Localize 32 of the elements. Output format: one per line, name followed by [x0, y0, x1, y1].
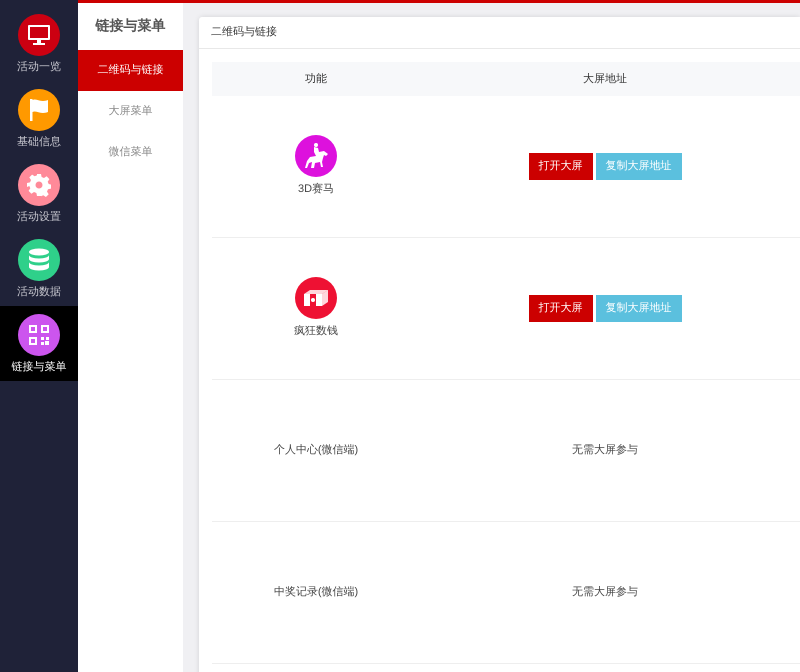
- submenu-item[interactable]: 二维码与链接: [78, 50, 183, 91]
- qr-code-icon: [29, 324, 49, 344]
- monitor-icon: [27, 24, 51, 46]
- nav-item[interactable]: 活动一览: [0, 6, 78, 81]
- nav-label: 活动设置: [17, 210, 61, 224]
- column-header: 功能: [305, 72, 327, 87]
- nav-item[interactable]: 链接与菜单: [0, 306, 78, 381]
- nav-item[interactable]: 基础信息: [0, 81, 78, 156]
- screen-note: 无需大屏参与: [572, 585, 638, 600]
- nav-label: 活动数据: [17, 284, 61, 298]
- nav-label: 基础信息: [17, 134, 61, 148]
- screen-note: 无需大屏参与: [572, 443, 638, 458]
- nav-item[interactable]: 活动数据: [0, 231, 78, 306]
- submenu-title: 链接与菜单: [96, 16, 166, 34]
- horse-rider-icon: [303, 142, 329, 170]
- submenu-item[interactable]: 大屏菜单: [78, 91, 183, 132]
- submenu-item[interactable]: 微信菜单: [78, 132, 183, 173]
- nav-label: 活动一览: [17, 60, 61, 74]
- flag-icon: [28, 98, 50, 122]
- function-name: 个人中心(微信端): [274, 442, 358, 458]
- database-icon: [28, 248, 50, 272]
- nav-label: 链接与菜单: [12, 360, 66, 374]
- nav-item[interactable]: 活动设置: [0, 156, 78, 231]
- open-screen-button[interactable]: 打开大屏: [528, 295, 592, 322]
- function-name: 中奖记录(微信端): [274, 585, 358, 600]
- function-name: 疯狂数钱: [294, 324, 338, 340]
- open-screen-button[interactable]: 打开大屏: [528, 153, 592, 180]
- function-name: 3D赛马: [298, 182, 334, 198]
- card-title: 二维码与链接: [211, 24, 277, 40]
- column-header: 大屏地址: [583, 72, 627, 87]
- cash-bundle-icon: [302, 288, 330, 308]
- gear-icon: [27, 172, 51, 196]
